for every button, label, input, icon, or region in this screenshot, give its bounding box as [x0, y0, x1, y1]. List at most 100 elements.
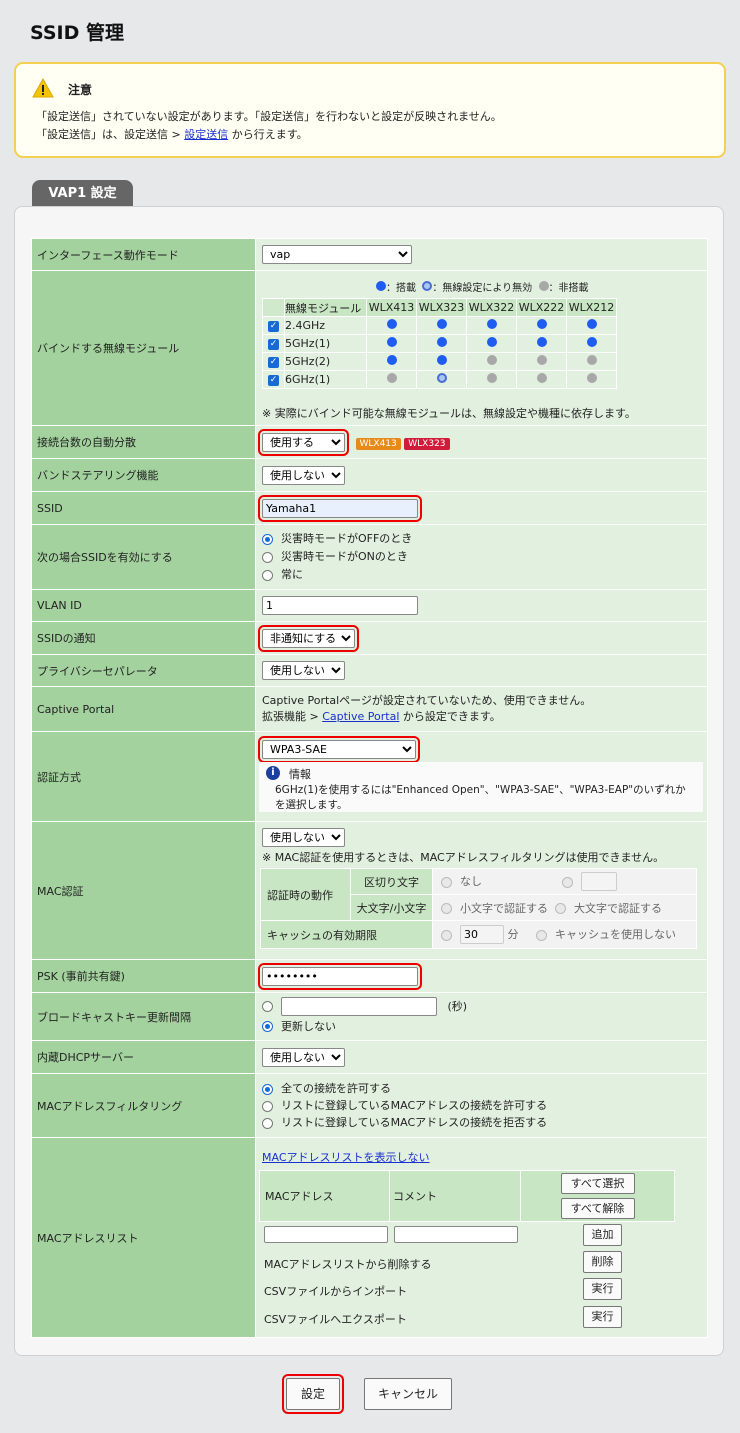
module-status-dot — [536, 337, 547, 347]
mac-auth-select[interactable]: 使用しない — [262, 828, 345, 847]
module-status-dot — [536, 319, 547, 329]
module-status-dot — [586, 373, 597, 383]
captive-label: Captive Portal — [31, 686, 256, 732]
ssid-notify-select[interactable]: 非通知にする — [258, 624, 359, 652]
radio-icon — [262, 551, 273, 563]
auto-distribution-select[interactable]: 使用する — [258, 428, 349, 456]
col-model: WLX323 — [416, 298, 467, 317]
module-status-dot — [586, 355, 597, 365]
mac-list-label: MACアドレスリスト — [31, 1137, 256, 1338]
privacy-select[interactable]: 使用しない — [262, 661, 345, 680]
tab-vap1[interactable]: VAP1 設定 — [32, 180, 133, 207]
captive-portal-link[interactable]: Captive Portal — [322, 710, 399, 723]
module-status-dot — [536, 373, 547, 383]
captive-line2: 拡張機能 > Captive Portal から設定できます。 — [262, 710, 501, 723]
ssid-input[interactable] — [258, 494, 422, 522]
page-title: SSID 管理 — [30, 22, 124, 44]
mac-list-table: MACアドレス コメント すべて選択 すべて解除 — [259, 1170, 675, 1222]
broadcast-interval-input[interactable] — [281, 996, 437, 1016]
enable-when-option[interactable]: 災害時モードがOFFのとき — [262, 530, 707, 548]
dhcp-select[interactable]: 使用しない — [262, 1047, 345, 1067]
radio-icon — [262, 1100, 273, 1112]
radio-icon — [262, 1117, 273, 1129]
module-status-dot — [486, 319, 497, 329]
hide-mac-list-link[interactable]: MACアドレスリストを表示しない — [262, 1151, 430, 1164]
settings-table: インターフェース動作モード vap バインドする無線モジュール ：搭載 ：無線設… — [31, 238, 708, 1338]
bind-note: ※ 実際にバインド可能な無線モジュールは、無線設定や機種に依存します。 — [262, 407, 636, 420]
notice-line2: 「設定送信」は、設定送信 > 設定送信 から行えます。 — [36, 128, 308, 141]
submit-button[interactable]: 設定 — [282, 1374, 344, 1414]
deselect-all-button[interactable]: すべて解除 — [560, 1198, 635, 1219]
dhcp-label: 内蔵DHCPサーバー — [31, 1040, 256, 1074]
mac-auth-note: ※ MAC認証を使用するときは、MACアドレスフィルタリングは使用できません。 — [262, 851, 665, 864]
module-checkbox[interactable]: ✓ — [268, 320, 279, 332]
module-status-dot — [486, 337, 497, 347]
module-name: 5GHz(2) — [284, 352, 367, 371]
module-row: ✓ 5GHz(2) — [262, 352, 617, 371]
module-status-dot — [386, 373, 397, 383]
info-icon: i — [266, 766, 280, 780]
module-status-dot — [486, 373, 497, 383]
col-model: WLX322 — [466, 298, 517, 317]
col-model: WLX212 — [566, 298, 617, 317]
psk-input[interactable] — [258, 962, 422, 990]
module-status-dot — [436, 319, 447, 329]
interface-mode-label: インターフェース動作モード — [31, 238, 256, 271]
broadcast-label: ブロードキャストキー更新間隔 — [31, 992, 256, 1041]
export-run-button[interactable]: 実行 — [583, 1306, 622, 1328]
mac-address-input[interactable] — [264, 1226, 388, 1243]
module-name: 6GHz(1) — [284, 370, 367, 389]
warning-icon — [32, 78, 54, 98]
ssid-notify-label: SSIDの通知 — [31, 621, 256, 655]
delete-label: MACアドレスリストから削除する — [264, 1258, 432, 1271]
module-checkbox[interactable]: ✓ — [268, 356, 279, 368]
mac-filter-option[interactable]: 全ての接続を許可する — [262, 1080, 707, 1097]
model-tag: WLX323 — [404, 437, 450, 450]
delimiter-input[interactable] — [581, 872, 617, 891]
select-all-button[interactable]: すべて選択 — [560, 1173, 635, 1194]
col-comment: コメント — [389, 1170, 521, 1222]
auth-info-box: i 情報 6GHz(1)を使用するには"Enhanced Open"、"WPA3… — [259, 762, 703, 812]
send-settings-link[interactable]: 設定送信 — [184, 128, 228, 141]
module-checkbox[interactable]: ✓ — [268, 338, 279, 350]
mac-filter-option[interactable]: リストに登録しているMACアドレスの接続を許可する — [262, 1097, 707, 1114]
module-status-dot — [436, 373, 447, 383]
module-status-dot — [486, 355, 497, 365]
col-mac: MACアドレス — [259, 1170, 390, 1222]
module-name: 2.4GHz — [284, 316, 367, 335]
module-status-dot — [536, 355, 547, 365]
interface-mode-select[interactable]: vap — [262, 245, 412, 264]
mac-auth-table: 認証時の動作 区切り文字 なし 大文字/小文字 小文字で認証する 大文字で認証す… — [260, 868, 697, 949]
auth-select[interactable]: WPA3-SAE — [258, 736, 420, 763]
comment-input[interactable] — [394, 1226, 518, 1243]
module-row: ✓ 5GHz(1) — [262, 334, 617, 353]
band-steering-select[interactable]: 使用しない — [262, 465, 345, 485]
module-row: ✓ 6GHz(1) — [262, 370, 617, 389]
cancel-button[interactable]: キャンセル — [364, 1378, 452, 1410]
import-run-button[interactable]: 実行 — [583, 1278, 622, 1300]
add-button[interactable]: 追加 — [583, 1224, 622, 1246]
delete-button[interactable]: 削除 — [583, 1251, 622, 1273]
enable-when-option[interactable]: 災害時モードがONのとき — [262, 548, 707, 566]
psk-label: PSK (事前共有鍵) — [31, 959, 256, 993]
mac-auth-label: MAC認証 — [31, 821, 256, 960]
export-label: CSVファイルへエクスポート — [264, 1313, 407, 1326]
vlan-input[interactable] — [262, 596, 418, 615]
captive-line1: Captive Portalページが設定されていないため、使用できません。 — [262, 694, 592, 707]
radio-icon — [262, 569, 273, 581]
cache-input[interactable] — [460, 925, 504, 944]
col-model: WLX413 — [366, 298, 417, 317]
auth-label: 認証方式 — [31, 731, 256, 822]
notice-line1: 「設定送信」されていない設定があります。「設定送信」を行わないと設定が反映されま… — [36, 110, 502, 123]
import-label: CSVファイルからインポート — [264, 1285, 408, 1298]
module-status-dot — [586, 319, 597, 329]
module-name: 5GHz(1) — [284, 334, 367, 353]
mac-filter-option[interactable]: リストに登録しているMACアドレスの接続を拒否する — [262, 1114, 707, 1131]
broadcast-option[interactable]: 更新しない — [262, 1017, 707, 1037]
module-status-dot — [386, 337, 397, 347]
radio-selected-icon — [262, 1021, 273, 1032]
broadcast-option[interactable]: (秒) — [262, 996, 707, 1017]
module-status-dot — [586, 337, 597, 347]
module-checkbox[interactable]: ✓ — [268, 374, 279, 386]
enable-when-option[interactable]: 常に — [262, 566, 707, 584]
